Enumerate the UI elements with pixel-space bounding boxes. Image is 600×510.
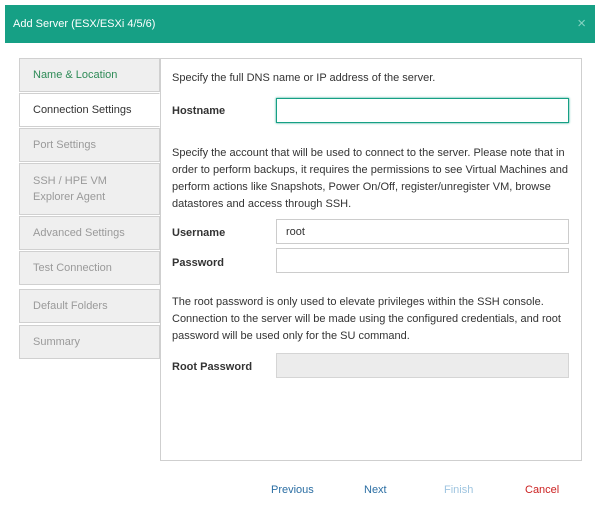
dialog-header: Add Server (ESX/ESXi 4/5/6) × [5, 5, 595, 43]
root-password-label: Root Password [172, 361, 253, 373]
hostname-instructions: Specify the full DNS name or IP address … [172, 72, 436, 84]
username-input[interactable] [276, 219, 569, 244]
hostname-label: Hostname [172, 105, 226, 117]
cancel-button[interactable]: Cancel [525, 484, 559, 496]
previous-button[interactable]: Previous [271, 484, 314, 496]
hostname-input[interactable] [276, 98, 569, 123]
password-label: Password [172, 257, 224, 269]
step-default-folders: Default Folders [19, 289, 160, 323]
step-ssh-agent: SSH / HPE VM Explorer Agent [19, 163, 160, 215]
root-password-input [276, 353, 569, 378]
connection-settings-panel: Specify the full DNS name or IP address … [160, 58, 582, 461]
finish-button: Finish [444, 484, 474, 496]
next-button[interactable]: Next [364, 484, 387, 496]
step-test-connection: Test Connection [19, 251, 160, 285]
step-connection-settings[interactable]: Connection Settings [19, 93, 160, 127]
password-input[interactable] [276, 248, 569, 273]
root-password-instructions: The root password is only used to elevat… [172, 296, 561, 342]
step-summary: Summary [19, 325, 160, 359]
username-label: Username [172, 227, 226, 239]
dialog-title: Add Server (ESX/ESXi 4/5/6) [13, 18, 156, 30]
step-port-settings: Port Settings [19, 128, 160, 162]
close-icon[interactable]: × [577, 16, 586, 32]
add-server-dialog: Add Server (ESX/ESXi 4/5/6) × Name & Loc… [0, 0, 600, 510]
account-instructions: Specify the account that will be used to… [172, 147, 568, 210]
step-advanced-settings: Advanced Settings [19, 216, 160, 250]
step-name-location[interactable]: Name & Location [19, 58, 160, 92]
